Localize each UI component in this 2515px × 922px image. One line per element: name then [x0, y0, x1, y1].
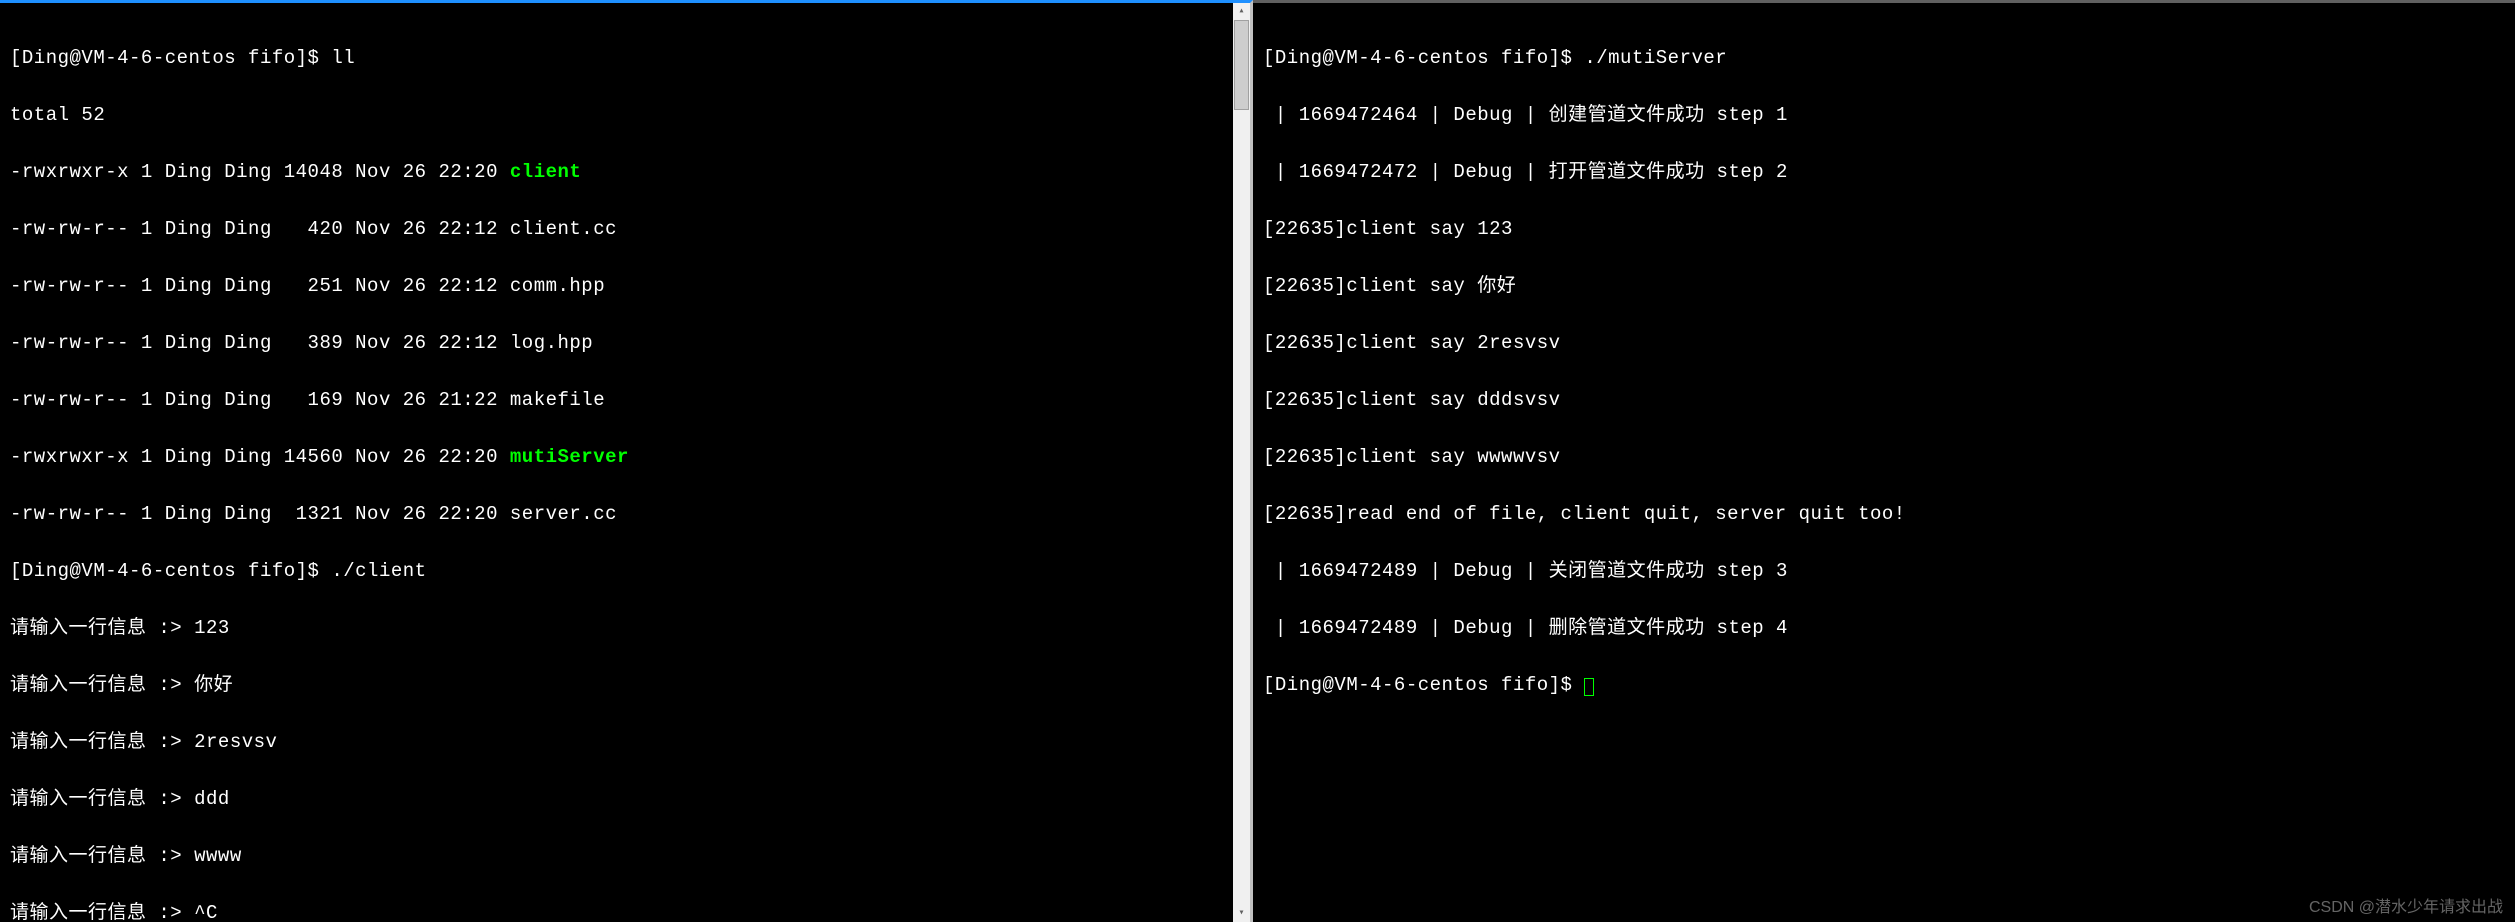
ls-perm: -rw-rw-r-- 1 Ding Ding 1321 Nov 26 22:20	[10, 503, 510, 525]
ls-row: -rw-rw-r-- 1 Ding Ding 420 Nov 26 22:12 …	[10, 220, 1240, 239]
ls-row: -rw-rw-r-- 1 Ding Ding 169 Nov 26 21:22 …	[10, 391, 1240, 410]
ls-filename-exe: client	[510, 161, 581, 183]
terminal-right-pane[interactable]: [Ding@VM-4-6-centos fifo]$ ./mutiServer …	[1253, 0, 2515, 922]
ls-filename: comm.hpp	[510, 275, 605, 297]
ls-filename-exe: mutiServer	[510, 446, 629, 468]
output-line: | 1669472472 | Debug | 打开管道文件成功 step 2	[1263, 163, 2505, 182]
ls-perm: -rw-rw-r-- 1 Ding Ding 251 Nov 26 22:12	[10, 275, 510, 297]
input-line: 请输入一行信息 :> ^C	[10, 904, 1240, 922]
prompt-line[interactable]: [Ding@VM-4-6-centos fifo]$	[1263, 676, 2505, 696]
ls-row: -rwxrwxr-x 1 Ding Ding 14560 Nov 26 22:2…	[10, 448, 1240, 467]
output-line: | 1669472489 | Debug | 关闭管道文件成功 step 3	[1263, 562, 2505, 581]
input-line: 请输入一行信息 :> 你好	[10, 676, 1240, 695]
terminal-left-pane[interactable]: [Ding@VM-4-6-centos fifo]$ ll total 52 -…	[0, 0, 1253, 922]
prompt-line: [Ding@VM-4-6-centos fifo]$ ./client	[10, 562, 1240, 581]
ls-filename: makefile	[510, 389, 605, 411]
scroll-up-icon[interactable]: ▴	[1233, 3, 1250, 20]
ls-perm: -rw-rw-r-- 1 Ding Ding 169 Nov 26 21:22	[10, 389, 510, 411]
output-line: [22635]client say 2resvsv	[1263, 334, 2505, 353]
cursor-icon	[1584, 678, 1594, 696]
output-line: [22635]read end of file, client quit, se…	[1263, 505, 2505, 524]
ls-perm: -rwxrwxr-x 1 Ding Ding 14048 Nov 26 22:2…	[10, 161, 510, 183]
output-line: [22635]client say 你好	[1263, 277, 2505, 296]
watermark-text: CSDN @潜水少年请求出战	[2309, 900, 2503, 916]
ls-filename: client.cc	[510, 218, 617, 240]
scroll-down-icon[interactable]: ▾	[1233, 905, 1250, 922]
ls-filename: server.cc	[510, 503, 617, 525]
ls-row: -rw-rw-r-- 1 Ding Ding 389 Nov 26 22:12 …	[10, 334, 1240, 353]
ls-perm: -rw-rw-r-- 1 Ding Ding 420 Nov 26 22:12	[10, 218, 510, 240]
output-line: [22635]client say 123	[1263, 220, 2505, 239]
scrollbar-vertical[interactable]: ▴ ▾	[1233, 3, 1250, 922]
input-line: 请输入一行信息 :> wwww	[10, 847, 1240, 866]
output-line: [22635]client say wwwwvsv	[1263, 448, 2505, 467]
input-line: 请输入一行信息 :> 2resvsv	[10, 733, 1240, 752]
input-line: 请输入一行信息 :> ddd	[10, 790, 1240, 809]
input-line: 请输入一行信息 :> 123	[10, 619, 1240, 638]
prompt-line: [Ding@VM-4-6-centos fifo]$ ./mutiServer	[1263, 49, 2505, 68]
ls-row: -rw-rw-r-- 1 Ding Ding 1321 Nov 26 22:20…	[10, 505, 1240, 524]
prompt-text: [Ding@VM-4-6-centos fifo]$	[1263, 674, 1584, 696]
scrollbar-thumb[interactable]	[1234, 20, 1249, 110]
ls-row: -rwxrwxr-x 1 Ding Ding 14048 Nov 26 22:2…	[10, 163, 1240, 182]
prompt-line: [Ding@VM-4-6-centos fifo]$ ll	[10, 49, 1240, 68]
ls-total: total 52	[10, 106, 1240, 125]
output-line: [22635]client say dddsvsv	[1263, 391, 2505, 410]
output-line: | 1669472489 | Debug | 删除管道文件成功 step 4	[1263, 619, 2505, 638]
ls-row: -rw-rw-r-- 1 Ding Ding 251 Nov 26 22:12 …	[10, 277, 1240, 296]
output-line: | 1669472464 | Debug | 创建管道文件成功 step 1	[1263, 106, 2505, 125]
ls-filename: log.hpp	[510, 332, 593, 354]
ls-perm: -rw-rw-r-- 1 Ding Ding 389 Nov 26 22:12	[10, 332, 510, 354]
ls-perm: -rwxrwxr-x 1 Ding Ding 14560 Nov 26 22:2…	[10, 446, 510, 468]
